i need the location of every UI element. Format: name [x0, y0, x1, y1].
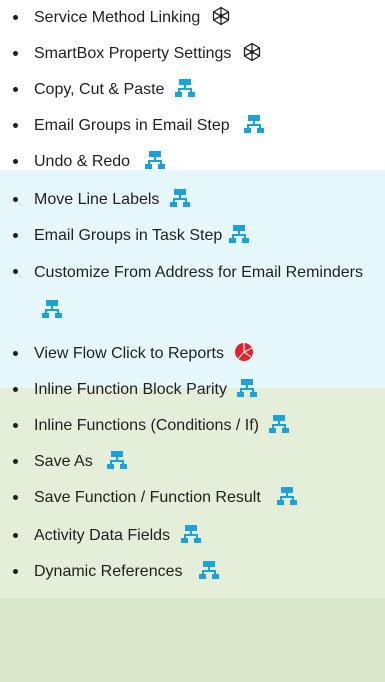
feature-list: Service Method Linking SmartBox Property…	[0, 0, 385, 590]
bullet	[13, 15, 18, 20]
bullet	[13, 495, 18, 500]
flowchart-icon	[144, 150, 165, 170]
list-item: Inline Functions (Conditions / If)	[0, 408, 385, 444]
list-item: Activity Data Fields	[0, 518, 385, 554]
list-item: Dynamic References	[0, 554, 385, 590]
list-item-label: Copy, Cut & Paste	[34, 81, 165, 98]
flowchart-icon	[237, 378, 258, 398]
flowchart-icon	[107, 450, 128, 470]
list-item-label: Customize From Address for Email Reminde…	[34, 264, 363, 281]
bullet	[13, 269, 18, 274]
bullet	[13, 159, 18, 164]
list-item-label: Email Groups in Task Step	[34, 227, 223, 244]
flowchart-icon	[174, 78, 195, 98]
pie-chart-icon	[234, 342, 254, 362]
bullet	[13, 123, 18, 128]
bullet	[13, 569, 18, 574]
bullet	[13, 233, 18, 238]
flowchart-icon	[169, 188, 190, 208]
list-item-label: View Flow Click to Reports	[34, 345, 224, 362]
list-item-label: Move Line Labels	[34, 191, 160, 208]
bullet	[13, 423, 18, 428]
list-item-label: Save As	[34, 453, 93, 470]
flowchart-icon	[277, 486, 298, 506]
list-item-label: Inline Functions (Conditions / If)	[34, 417, 259, 434]
bullet	[13, 533, 18, 538]
list-item-label: Inline Function Block Parity	[34, 381, 227, 398]
list-item: View Flow Click to Reports	[0, 336, 385, 372]
flowchart-icon	[42, 299, 62, 319]
flowchart-icon	[198, 560, 219, 580]
list-item-label: Service Method Linking	[34, 9, 201, 26]
list-item: Email Groups in Task Step	[0, 218, 385, 254]
flowchart-icon	[269, 414, 290, 434]
list-item-label: Save Function / Function Result	[34, 489, 261, 506]
list-item: Email Groups in Email Step	[0, 108, 385, 144]
bullet	[13, 351, 18, 356]
network-icon	[211, 6, 231, 26]
list-item-label: SmartBox Property Settings	[34, 45, 232, 62]
bullet	[13, 87, 18, 92]
network-icon	[242, 42, 262, 62]
bullet	[13, 387, 18, 392]
flowchart-icon	[228, 224, 249, 244]
bullet	[13, 459, 18, 464]
list-item-label: Activity Data Fields	[34, 527, 171, 544]
bullet	[13, 51, 18, 56]
list-item: Copy, Cut & Paste	[0, 72, 385, 108]
list-item: SmartBox Property Settings	[0, 36, 385, 72]
flowchart-icon	[180, 524, 201, 544]
bullet	[13, 197, 18, 202]
list-item: Customize From Address for Email Reminde…	[0, 254, 385, 330]
list-item: Save As	[0, 444, 385, 480]
list-item: Inline Function Block Parity	[0, 372, 385, 408]
list-item: Save Function / Function Result	[0, 480, 385, 516]
feature-list-page: Service Method Linking SmartBox Property…	[0, 0, 385, 682]
list-item-label: Dynamic References	[34, 563, 183, 580]
flowchart-icon	[244, 114, 265, 134]
list-item: Undo & Redo	[0, 144, 385, 180]
list-item-label: Undo & Redo	[34, 153, 131, 170]
list-item-label: Email Groups in Email Step	[34, 117, 230, 134]
list-item: Service Method Linking	[0, 0, 385, 36]
list-item: Move Line Labels	[0, 182, 385, 218]
section-band-green-dark	[0, 598, 385, 682]
